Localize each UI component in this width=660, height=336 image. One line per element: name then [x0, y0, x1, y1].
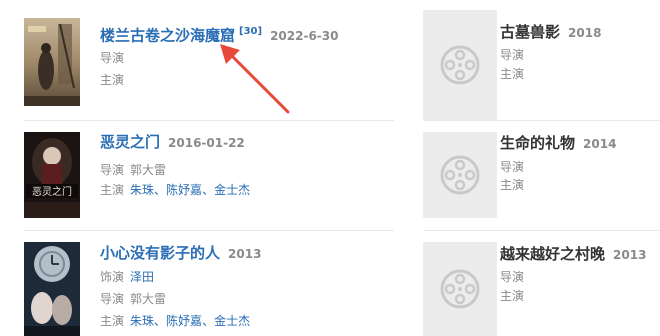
- cast-label: 主演: [500, 289, 525, 303]
- cast-label: 主演: [100, 73, 125, 87]
- movie-title-link[interactable]: 恶灵之门: [100, 133, 160, 151]
- cast-member-link[interactable]: 朱珠: [130, 314, 154, 328]
- search-results-page: 楼兰古卷之沙海魔窟 [30] 2022-6-30 导演 主演 恶灵之门 恶灵之门 20…: [0, 0, 660, 336]
- poster-image: [24, 242, 80, 336]
- cast-member-link[interactable]: 陈妤嘉: [166, 314, 202, 328]
- cast-line: 主演: [500, 288, 524, 304]
- director-line: 导演: [100, 50, 124, 66]
- cast-line: 主演: [100, 72, 124, 88]
- movie-title-link[interactable]: 越来越好之村晚: [500, 245, 605, 263]
- director-label: 导演: [100, 163, 125, 177]
- movie-title-line: 生命的礼物 2014: [500, 133, 616, 153]
- director-line: 导演 郭大雷: [100, 162, 166, 178]
- cast-label: 主演: [500, 67, 525, 81]
- director-label: 导演: [500, 270, 525, 284]
- film-reel-icon: [440, 45, 480, 85]
- movie-title-line: 小心没有影子的人 2013: [100, 243, 261, 263]
- movie-title-line: 越来越好之村晚 2013: [500, 244, 646, 264]
- cast-line: 主演 朱珠、陈妤嘉、金士杰: [100, 314, 251, 328]
- release-year: 2013: [613, 248, 647, 262]
- voice-actor-link[interactable]: 泽田: [130, 270, 154, 284]
- cast-member-link[interactable]: 金士杰: [214, 314, 250, 328]
- movie-poster[interactable]: [24, 18, 80, 106]
- row-divider: [24, 230, 394, 231]
- director-label: 导演: [100, 51, 125, 65]
- episode-count-badge[interactable]: [30]: [239, 26, 262, 37]
- poster-caption: 恶灵之门: [32, 185, 72, 198]
- movie-poster[interactable]: [24, 242, 80, 336]
- director-name: 郭大雷: [130, 292, 167, 306]
- film-reel-icon: [440, 155, 480, 195]
- poster-placeholder[interactable]: [423, 132, 497, 218]
- cast-line: 主演: [500, 177, 524, 193]
- movie-title-link[interactable]: 小心没有影子的人: [100, 244, 220, 262]
- poster-image: 恶灵之门: [24, 132, 80, 218]
- cast-label: 主演: [500, 178, 525, 192]
- movie-title-link[interactable]: 古墓兽影: [500, 23, 560, 41]
- director-label: 导演: [500, 48, 525, 62]
- director-name: 郭大雷: [130, 163, 167, 177]
- director-line: 导演: [500, 269, 524, 285]
- voice-label: 饰演: [100, 270, 125, 284]
- row-divider: [424, 230, 660, 231]
- poster-placeholder[interactable]: [423, 10, 497, 120]
- movie-title-link[interactable]: 生命的礼物: [500, 134, 575, 152]
- poster-image: [24, 18, 80, 106]
- cast-line: 主演: [500, 66, 524, 82]
- cast-member-link[interactable]: 金士杰: [214, 183, 250, 197]
- row-divider: [24, 120, 394, 121]
- movie-title-line: 恶灵之门 2016-01-22: [100, 132, 245, 152]
- row-divider: [424, 120, 660, 121]
- release-year: 2018: [568, 26, 602, 40]
- director-line: 导演: [500, 47, 524, 63]
- cast-line: 主演 朱珠、陈妤嘉、金士杰: [100, 183, 251, 197]
- cast-label: 主演: [100, 183, 125, 197]
- director-line: 导演: [500, 159, 524, 175]
- poster-placeholder[interactable]: [423, 242, 497, 336]
- director-line: 导演 郭大雷: [100, 291, 166, 307]
- film-reel-icon: [440, 269, 480, 309]
- movie-title-line: 古墓兽影 2018: [500, 22, 601, 42]
- cast-label: 主演: [100, 314, 125, 328]
- annotation-arrow-icon: [220, 44, 290, 114]
- release-date: 2016-01-22: [168, 136, 245, 150]
- cast-member-link[interactable]: 陈妤嘉: [166, 183, 202, 197]
- director-label: 导演: [100, 292, 125, 306]
- voice-line: 饰演 泽田: [100, 269, 154, 285]
- movie-poster[interactable]: 恶灵之门: [24, 132, 80, 218]
- cast-member-link[interactable]: 朱珠: [130, 183, 154, 197]
- release-date: 2013: [228, 247, 262, 261]
- release-year: 2014: [583, 137, 617, 151]
- director-label: 导演: [500, 160, 525, 174]
